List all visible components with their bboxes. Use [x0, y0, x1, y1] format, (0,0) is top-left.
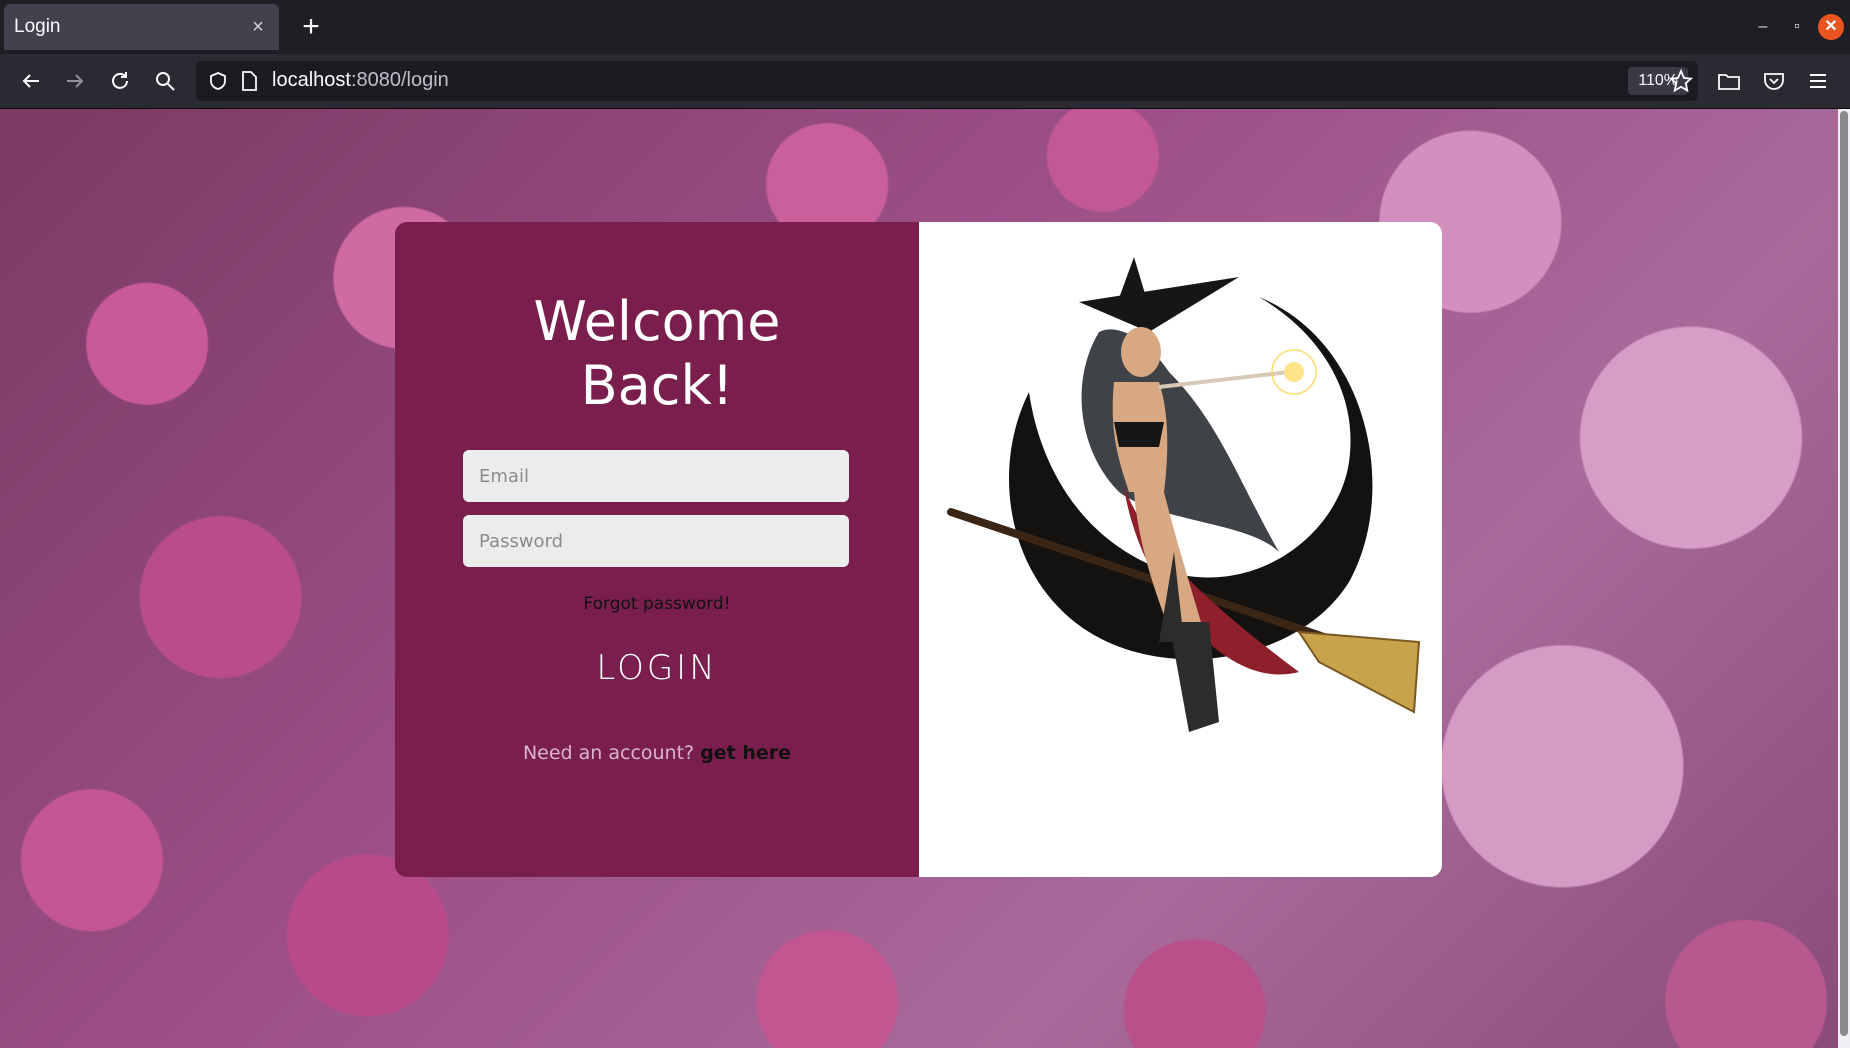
menu-icon[interactable] — [1801, 64, 1835, 98]
page-background: Welcome Back! Forgot password! LOGIN Nee… — [0, 109, 1838, 1048]
page-scrollbar[interactable] — [1838, 109, 1850, 1048]
minimize-icon[interactable]: – — [1750, 14, 1776, 40]
page-info-icon[interactable] — [240, 71, 258, 96]
reload-icon[interactable] — [103, 64, 137, 98]
back-icon[interactable] — [14, 64, 48, 98]
url-path: :8080/login — [350, 69, 449, 91]
welcome-line-2: Back! — [580, 354, 734, 417]
signup-prompt-text: Need an account? — [522, 742, 695, 764]
pocket-icon[interactable] — [1757, 64, 1791, 98]
login-button[interactable]: LOGIN — [557, 640, 757, 696]
signup-prompt: Need an account? get here — [395, 742, 919, 764]
welcome-heading: Welcome Back! — [395, 290, 919, 418]
witch-illustration — [947, 257, 1421, 732]
login-panel: Welcome Back! Forgot password! LOGIN Nee… — [395, 222, 919, 877]
save-to-folder-icon[interactable] — [1712, 64, 1746, 98]
window-close-icon[interactable]: ✕ — [1818, 14, 1844, 40]
url-host: localhost — [272, 69, 351, 91]
illustration-panel — [919, 222, 1442, 877]
url-text: localhost:8080/login — [272, 69, 449, 92]
maximize-icon[interactable]: ▫ — [1784, 14, 1810, 40]
new-tab-button[interactable]: + — [294, 10, 328, 44]
welcome-line-1: Welcome — [533, 290, 781, 353]
browser-tab[interactable]: Login × — [4, 4, 279, 50]
url-bar[interactable]: localhost:8080/login 110% — [196, 61, 1698, 101]
search-icon[interactable] — [148, 64, 182, 98]
email-field[interactable] — [463, 450, 849, 502]
browser-toolbar: localhost:8080/login 110% — [0, 54, 1850, 109]
password-field[interactable] — [463, 515, 849, 567]
forgot-password-link[interactable]: Forgot password! — [395, 594, 919, 614]
bookmark-star-icon[interactable] — [1664, 64, 1698, 98]
shield-icon[interactable] — [208, 71, 228, 96]
scrollbar-thumb[interactable] — [1840, 111, 1848, 1036]
forward-icon[interactable] — [58, 64, 92, 98]
signup-link[interactable]: get here — [700, 742, 791, 764]
browser-tab-strip: Login × + – ▫ ✕ — [0, 0, 1850, 54]
tab-close-icon[interactable]: × — [247, 16, 269, 39]
tab-title: Login — [14, 16, 61, 37]
login-card: Welcome Back! Forgot password! LOGIN Nee… — [395, 222, 1442, 877]
